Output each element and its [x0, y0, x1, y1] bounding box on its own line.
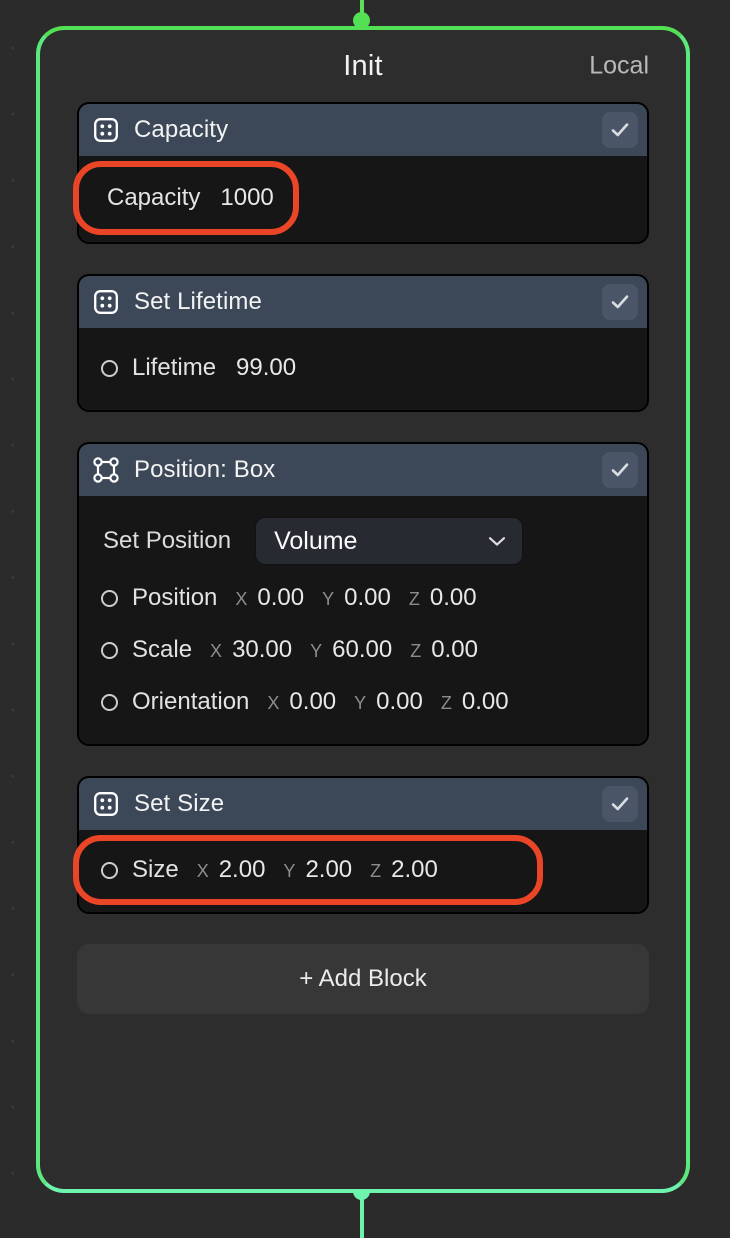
block-body: Set Position Volume Position X 0.00 Y 0.00 Z 0.… — [79, 496, 647, 744]
property-row[interactable]: Scale X 30.00 Y 60.00 Z 0.00 — [79, 624, 647, 676]
add-block-label: + Add Block — [299, 965, 427, 992]
axis-field-z[interactable]: Z 0.00 — [441, 688, 509, 716]
property-label: Orientation — [132, 688, 250, 715]
axis-label-x: X — [210, 641, 223, 661]
block-list: Capacity Capacity1000 Set Lifetime Life — [40, 102, 686, 914]
block-title: Position: Box — [134, 456, 276, 483]
axis-field-z[interactable]: Z 2.00 — [370, 856, 438, 884]
axis-value-z[interactable]: 0.00 — [462, 688, 509, 716]
transform-gizmo-icon — [93, 457, 119, 483]
axis-field-x[interactable]: X 0.00 — [235, 584, 304, 612]
axis-label-x: X — [235, 589, 248, 609]
block-enable-toggle[interactable] — [602, 112, 638, 148]
chevron-down-icon — [488, 536, 506, 546]
axis-field-y[interactable]: Y 60.00 — [310, 636, 392, 664]
axis-label-y: Y — [283, 861, 296, 881]
property-label: Capacity — [107, 184, 201, 211]
block-title: Set Size — [134, 790, 225, 817]
block-header[interactable]: Capacity — [79, 104, 647, 156]
vfx-context-node-init[interactable]: Init Local Capacity Capacity 1000 Set Li… — [36, 26, 690, 1193]
axis-field-z[interactable]: Z 0.00 — [410, 636, 478, 664]
axis-label-y: Y — [354, 693, 367, 713]
property-label: Position — [132, 584, 218, 611]
check-icon — [611, 295, 629, 309]
property-value[interactable]: 1000 — [220, 184, 273, 212]
vfx-block-set-size[interactable]: Set Size Size X 2.00 Y 2.00 Z 2.00 — [77, 776, 649, 914]
set-position-label: Set Position — [103, 527, 232, 554]
axis-field-y[interactable]: Y 2.00 — [283, 856, 352, 884]
axis-value-z[interactable]: 0.00 — [431, 636, 478, 664]
property-label: Scale — [132, 636, 193, 663]
property-port[interactable] — [101, 589, 118, 607]
property-port[interactable] — [101, 359, 118, 377]
property-port[interactable] — [101, 641, 118, 659]
axis-label-z: Z — [440, 693, 452, 713]
axis-label-y: Y — [310, 641, 323, 661]
block-dots-icon — [94, 792, 118, 816]
block-header[interactable]: Position: Box — [79, 444, 647, 496]
axis-field-z[interactable]: Z 0.00 — [409, 584, 477, 612]
axis-value-x[interactable]: 30.00 — [232, 636, 292, 664]
axis-label-z: Z — [370, 861, 382, 881]
vfx-block-position-box[interactable]: Position: Box Set Position Volume Positio… — [77, 442, 649, 746]
property-value[interactable]: 99.00 — [236, 354, 296, 382]
property-port[interactable] — [101, 693, 118, 711]
check-icon — [611, 797, 629, 811]
property-label: Lifetime — [132, 354, 217, 381]
page-title: Init — [343, 49, 383, 82]
position-mode-dropdown[interactable]: Volume — [255, 517, 524, 565]
position-mode-value: Volume — [274, 526, 358, 555]
axis-value-x[interactable]: 0.00 — [257, 584, 304, 612]
property-label: Size — [132, 856, 179, 883]
axis-field-y[interactable]: Y 0.00 — [354, 688, 423, 716]
axis-label-z: Z — [408, 589, 420, 609]
block-body: Lifetime 99.00 — [79, 328, 647, 410]
block-title: Set Lifetime — [134, 288, 262, 315]
property-row[interactable]: Orientation X 0.00 Y 0.00 Z 0.00 — [79, 676, 647, 728]
axis-value-x[interactable]: 0.00 — [289, 688, 336, 716]
vfx-block-set-lifetime[interactable]: Set Lifetime Lifetime 99.00 — [77, 274, 649, 412]
axis-label-x: X — [267, 693, 280, 713]
axis-field-x[interactable]: X 2.00 — [197, 856, 266, 884]
axis-value-z[interactable]: 2.00 — [391, 856, 438, 884]
block-enable-toggle[interactable] — [602, 284, 638, 320]
block-body: Size X 2.00 Y 2.00 Z 2.00 — [79, 830, 647, 912]
block-header[interactable]: Set Lifetime — [79, 276, 647, 328]
check-icon — [611, 123, 629, 137]
axis-value-x[interactable]: 2.00 — [219, 856, 266, 884]
block-dots-icon — [94, 290, 118, 314]
axis-value-y[interactable]: 60.00 — [332, 636, 392, 664]
axis-value-y[interactable]: 2.00 — [305, 856, 352, 884]
axis-value-y[interactable]: 0.00 — [344, 584, 391, 612]
node-header: Init Local — [40, 30, 686, 102]
property-port[interactable] — [101, 861, 118, 879]
axis-field-x[interactable]: X 30.00 — [210, 636, 292, 664]
block-body: Capacity 1000 — [79, 156, 647, 242]
block-dots-icon — [94, 118, 118, 142]
axis-label-z: Z — [410, 641, 422, 661]
axis-field-x[interactable]: X 0.00 — [267, 688, 336, 716]
vfx-block-capacity[interactable]: Capacity Capacity 1000 — [77, 102, 649, 244]
axis-value-y[interactable]: 0.00 — [376, 688, 423, 716]
add-block-button[interactable]: + Add Block — [77, 944, 649, 1014]
block-header[interactable]: Set Size — [79, 778, 647, 830]
set-position-row: Set Position Volume — [79, 510, 647, 572]
property-row[interactable]: Lifetime 99.00 — [79, 342, 647, 394]
axis-value-z[interactable]: 0.00 — [430, 584, 477, 612]
block-title: Capacity — [134, 116, 229, 143]
property-row[interactable]: Size X 2.00 Y 2.00 Z 2.00 — [79, 844, 647, 896]
property-row[interactable]: Position X 0.00 Y 0.00 Z 0.00 — [79, 572, 647, 624]
axis-label-y: Y — [322, 589, 335, 609]
property-row[interactable]: Capacity 1000 — [79, 170, 647, 226]
axis-field-y[interactable]: Y 0.00 — [322, 584, 391, 612]
block-enable-toggle[interactable] — [602, 786, 638, 822]
block-enable-toggle[interactable] — [602, 452, 638, 488]
check-icon — [611, 463, 629, 477]
node-space-label[interactable]: Local — [589, 52, 649, 81]
axis-label-x: X — [196, 861, 209, 881]
